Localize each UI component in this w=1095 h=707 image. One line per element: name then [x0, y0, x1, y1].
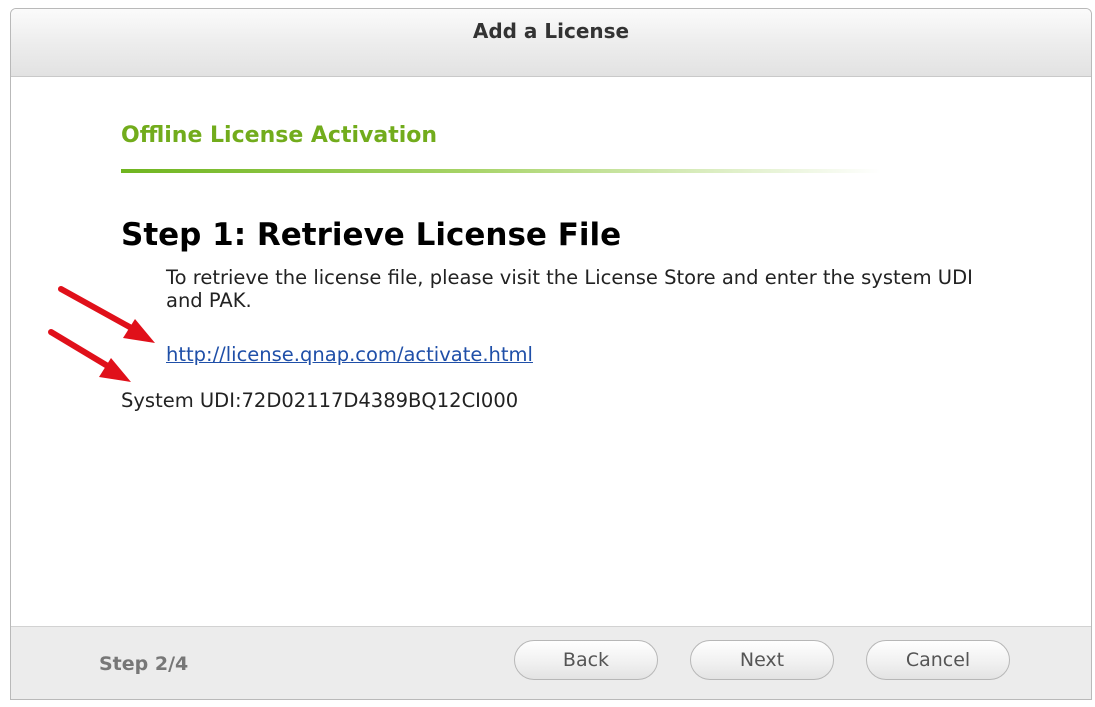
- section-divider: [121, 169, 881, 173]
- dialog-footer: Step 2/4 Back Next Cancel: [11, 626, 1091, 699]
- cancel-button[interactable]: Cancel: [866, 640, 1010, 680]
- next-button[interactable]: Next: [690, 640, 834, 680]
- instructions-text: To retrieve the license file, please vis…: [166, 266, 973, 312]
- dialog-title: Add a License: [472, 19, 630, 43]
- license-store-link[interactable]: http://license.qnap.com/activate.html: [166, 343, 533, 366]
- system-udi-text: System UDI:72D02117D4389BQ12CI000: [121, 389, 519, 412]
- step-counter: Step 2/4: [99, 653, 189, 675]
- dialog-titlebar: Add a License: [11, 9, 1091, 77]
- section-title: Offline License Activation: [121, 123, 438, 148]
- back-button[interactable]: Back: [514, 640, 658, 680]
- add-license-dialog: Add a License Offline License Activation…: [10, 8, 1092, 700]
- step-heading: Step 1: Retrieve License File: [121, 217, 622, 253]
